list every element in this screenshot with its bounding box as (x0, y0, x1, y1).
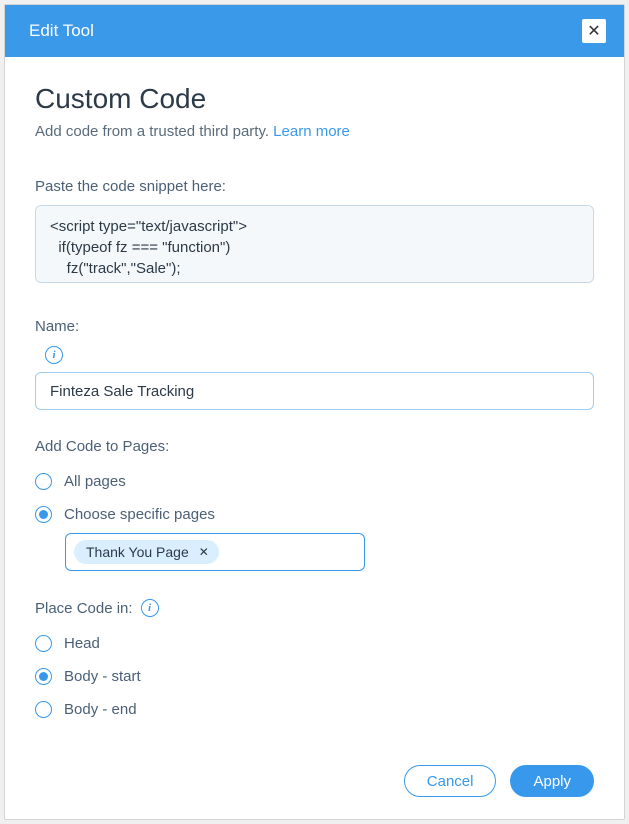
add-pages-label: Add Code to Pages: (35, 438, 594, 455)
info-icon[interactable]: i (141, 599, 159, 617)
page-pill-label: Thank You Page (86, 544, 189, 560)
info-icon[interactable]: i (45, 346, 63, 364)
add-pages-section: Add Code to Pages: All pages Choose spec… (35, 438, 594, 571)
radio-all-pages-label: All pages (64, 473, 126, 490)
modal-footer: Cancel Apply (5, 755, 624, 819)
specific-pages-input[interactable]: Thank You Page ✕ (65, 533, 365, 571)
close-icon: ✕ (587, 21, 600, 41)
place-radio-group: Head Body - start Body - end (35, 627, 594, 726)
radio-row-head[interactable]: Head (35, 627, 594, 660)
radio-row-body-end[interactable]: Body - end (35, 693, 594, 726)
place-code-label-text: Place Code in: (35, 600, 133, 617)
radio-all-pages[interactable] (35, 473, 52, 490)
name-section: Name: i (35, 318, 594, 410)
radio-specific-pages[interactable] (35, 506, 52, 523)
name-input[interactable] (35, 372, 594, 410)
radio-specific-pages-label: Choose specific pages (64, 506, 215, 523)
radio-body-end-label: Body - end (64, 701, 137, 718)
page-pill: Thank You Page ✕ (74, 540, 219, 564)
place-code-label: Place Code in: i (35, 599, 594, 617)
pill-remove-icon[interactable]: ✕ (197, 545, 211, 559)
code-snippet-input[interactable] (35, 205, 594, 283)
radio-body-end[interactable] (35, 701, 52, 718)
code-label: Paste the code snippet here: (35, 178, 594, 195)
radio-body-start[interactable] (35, 668, 52, 685)
page-subtitle: Add code from a trusted third party. Lea… (35, 123, 594, 140)
radio-row-specific-pages[interactable]: Choose specific pages (35, 498, 594, 531)
radio-head[interactable] (35, 635, 52, 652)
modal-body: Custom Code Add code from a trusted thir… (5, 57, 624, 755)
modal-header: Edit Tool ✕ (5, 5, 624, 57)
cancel-button[interactable]: Cancel (404, 765, 497, 797)
name-label: Name: (35, 318, 594, 335)
pages-radio-group: All pages Choose specific pages Thank Yo… (35, 465, 594, 571)
edit-tool-modal: Edit Tool ✕ Custom Code Add code from a … (4, 4, 625, 820)
radio-row-all-pages[interactable]: All pages (35, 465, 594, 498)
code-section: Paste the code snippet here: (35, 178, 594, 288)
radio-row-body-start[interactable]: Body - start (35, 660, 594, 693)
modal-title: Edit Tool (29, 21, 94, 41)
learn-more-link[interactable]: Learn more (273, 123, 350, 140)
page-title: Custom Code (35, 83, 594, 115)
place-code-section: Place Code in: i Head Body - start Body … (35, 599, 594, 726)
radio-head-label: Head (64, 635, 100, 652)
radio-body-start-label: Body - start (64, 668, 141, 685)
subtitle-text: Add code from a trusted third party. (35, 123, 273, 140)
close-button[interactable]: ✕ (582, 19, 606, 43)
apply-button[interactable]: Apply (510, 765, 594, 797)
